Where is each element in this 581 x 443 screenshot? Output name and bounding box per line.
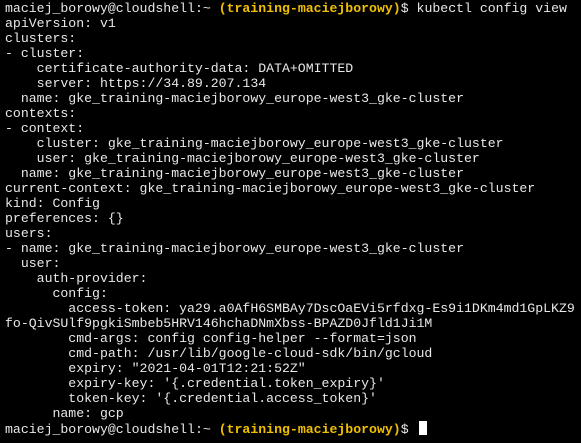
output-line: user:: [5, 256, 61, 271]
output-line: fo-QivSUlf9pgkiSmbeb5HRV146hchaDNmXbss-B…: [5, 316, 433, 331]
active-prompt-line[interactable]: maciej_borowy@cloudshell:~ (training-mac…: [5, 421, 581, 437]
output-line: clusters:: [5, 31, 77, 46]
prompt-symbol: $: [400, 1, 417, 16]
output-line: kind: Config: [5, 196, 100, 211]
output-line: expiry-key: '{.credential.token_expiry}': [5, 376, 385, 391]
output-line: - context:: [5, 121, 85, 136]
text-cursor[interactable]: [418, 421, 427, 435]
prompt-path: :~: [194, 422, 219, 437]
prompt-path: :~: [194, 1, 219, 16]
prompt-user-host: maciej_borowy@cloudshell: [5, 422, 195, 437]
prompt-user-host: maciej_borowy@cloudshell: [5, 1, 195, 16]
output-line: cmd-path: /usr/lib/google-cloud-sdk/bin/…: [5, 346, 433, 361]
output-line: - cluster:: [5, 46, 85, 61]
command-prompt-line: maciej_borowy@cloudshell:~ (training-mac…: [5, 1, 581, 16]
output-line: token-key: '{.credential.access_token}': [5, 391, 377, 406]
output-line: preferences: {}: [5, 211, 124, 226]
output-line: server: https://34.89.207.134: [5, 76, 267, 91]
output-line: certificate-authority-data: DATA+OMITTED: [5, 61, 354, 76]
output-line: contexts:: [5, 106, 77, 121]
output-line: expiry: "2021-04-01T12:21:52Z": [5, 361, 306, 376]
terminal-window[interactable]: maciej_borowy@cloudshell:~ (training-mac…: [0, 0, 581, 443]
output-line: user: gke_training-maciejborowy_europe-w…: [5, 151, 480, 166]
output-line: access-token: ya29.a0AfH6SMBAy7DscOaEVi5…: [5, 301, 575, 316]
output-line: apiVersion: v1: [5, 16, 116, 31]
prompt-project: (training-maciejborowy): [218, 1, 401, 16]
command-text: kubectl config view: [416, 1, 567, 16]
output-line: users:: [5, 226, 53, 241]
output-line: - name: gke_training-maciejborowy_europe…: [5, 241, 464, 256]
output-line: cmd-args: config config-helper --format=…: [5, 331, 417, 346]
prompt-symbol: $: [400, 422, 417, 437]
output-line: name: gke_training-maciejborowy_europe-w…: [5, 91, 464, 106]
prompt-project: (training-maciejborowy): [218, 422, 401, 437]
output-line: config:: [5, 286, 108, 301]
output-line: auth-provider:: [5, 271, 148, 286]
output-line: cluster: gke_training-maciejborowy_europ…: [5, 136, 504, 151]
output-line: current-context: gke_training-maciejboro…: [5, 181, 536, 196]
output-line: name: gcp: [5, 406, 124, 421]
output-line: name: gke_training-maciejborowy_europe-w…: [5, 166, 464, 181]
